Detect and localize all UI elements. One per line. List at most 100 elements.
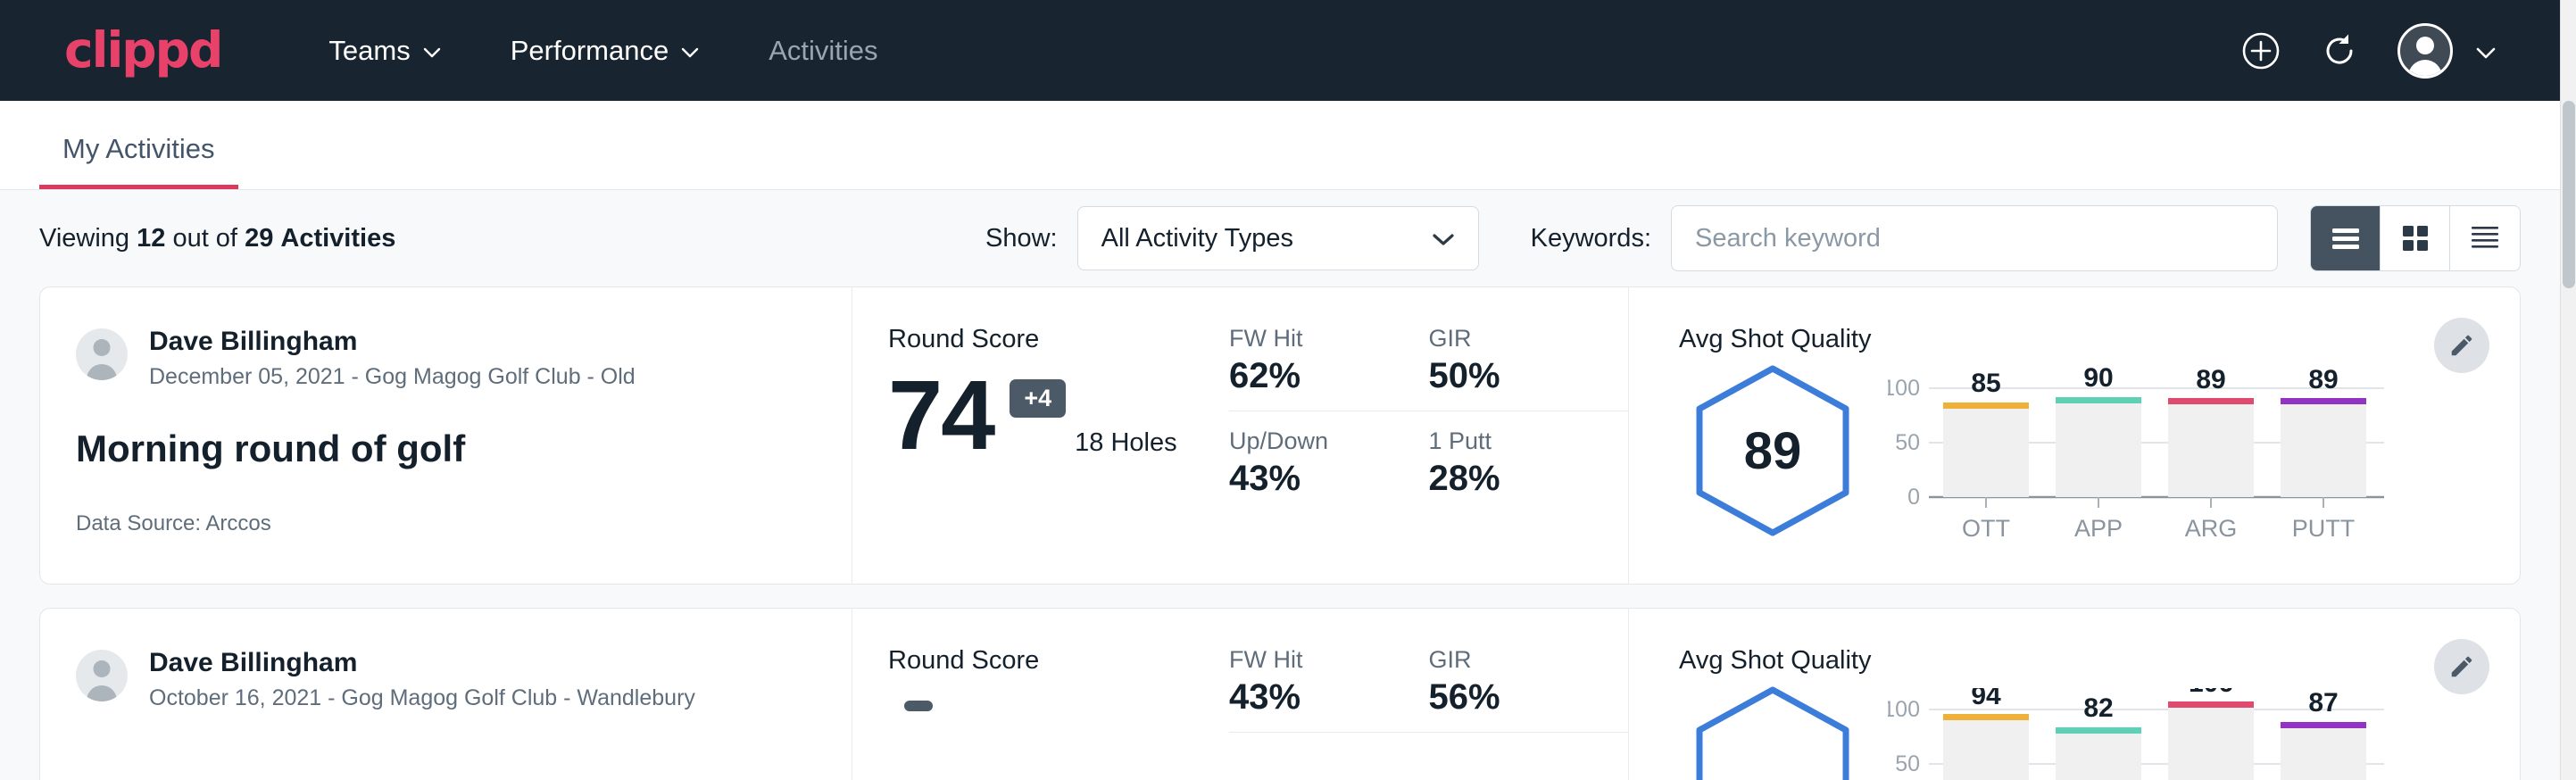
grid-view-button[interactable] <box>2381 206 2450 270</box>
svg-text:100: 100 <box>1888 697 1920 722</box>
nav-item-performance-label: Performance <box>511 35 669 67</box>
stat-fw-hit-label: FW Hit <box>1229 646 1393 674</box>
scrollbar-thumb[interactable] <box>2563 101 2575 288</box>
search-input[interactable]: Search keyword <box>1671 205 2278 271</box>
svg-text:106: 106 <box>2189 688 2233 698</box>
viewing-suffix: Activities <box>280 224 395 253</box>
round-score-label: Round Score <box>888 325 1218 354</box>
stat-gir: GIR 56% <box>1429 646 1629 733</box>
edit-activity-button[interactable] <box>2434 318 2489 373</box>
activity-meta: October 16, 2021 - Gog Magog Golf Club -… <box>149 685 695 711</box>
round-score-block: Round Score 74 +4 18 Holes <box>852 287 1218 584</box>
tab-my-activities-label: My Activities <box>62 133 215 164</box>
svg-text:0: 0 <box>1907 485 1920 510</box>
viewing-prefix: Viewing <box>39 224 129 253</box>
svg-text:94: 94 <box>1971 688 2001 710</box>
score-delta-badge <box>904 701 933 711</box>
svg-text:APP: APP <box>2074 515 2123 542</box>
account-menu[interactable] <box>2397 23 2494 79</box>
viewing-total: 29 <box>245 224 273 253</box>
nav-item-activities-label: Activities <box>769 35 877 67</box>
activity-type-select-value: All Activity Types <box>1101 224 1293 253</box>
stat-one-putt: 1 Putt 28% <box>1429 427 1629 499</box>
edit-activity-button[interactable] <box>2434 639 2489 694</box>
stat-one-putt-label: 1 Putt <box>1429 427 1593 455</box>
stat-gir: GIR 50% <box>1429 325 1629 411</box>
nav-item-activities[interactable]: Activities <box>744 26 902 76</box>
activity-meta: December 05, 2021 - Gog Magog Golf Club … <box>149 364 636 390</box>
clippd-logo[interactable]: clippd <box>64 26 221 75</box>
round-stats: FW Hit 43% GIR 56% <box>1218 609 1629 780</box>
svg-text:85: 85 <box>1971 369 2000 398</box>
activity-info: Dave Billingham December 05, 2021 - Gog … <box>40 287 852 584</box>
activities-list: Dave Billingham December 05, 2021 - Gog … <box>0 286 2560 780</box>
activity-author: Dave Billingham December 05, 2021 - Gog … <box>76 325 852 390</box>
refresh-icon[interactable] <box>2319 30 2360 71</box>
round-score-row: 74 +4 18 Holes <box>888 367 1218 465</box>
round-stats: FW Hit 62% GIR 50% Up/Down 43% 1 Putt 28… <box>1218 287 1629 584</box>
filter-controls: Show: All Activity Types Keywords: Searc… <box>985 205 2521 271</box>
player-name: Dave Billingham <box>149 646 695 680</box>
chevron-down-icon <box>1432 224 1455 253</box>
stat-fw-hit-value: 43% <box>1229 677 1393 718</box>
activity-author: Dave Billingham October 16, 2021 - Gog M… <box>76 646 852 711</box>
shot-quality-chart: 100 50 0 85 <box>1866 363 2520 559</box>
tab-my-activities[interactable]: My Activities <box>39 133 238 189</box>
results-summary: Viewing 12 out of 29 Activities <box>39 224 395 253</box>
nav-item-teams[interactable]: Teams <box>303 26 465 76</box>
svg-text:100: 100 <box>1888 376 1920 401</box>
list-view-button[interactable] <box>2311 206 2381 270</box>
shot-quality-chart-svg: 100 50 0 94 <box>1888 688 2388 780</box>
quality-hexagon: 89 <box>1692 363 1853 538</box>
svg-text:50: 50 <box>1895 751 1920 776</box>
avg-shot-quality-block: Avg Shot Quality 89 100 <box>1629 287 2520 584</box>
chevron-down-icon <box>681 47 699 57</box>
activity-type-select[interactable]: All Activity Types <box>1077 206 1479 270</box>
avatar <box>2397 23 2453 79</box>
page-scrollbar[interactable] <box>2560 0 2576 780</box>
chevron-down-icon <box>2476 47 2494 57</box>
view-mode-toggle <box>2310 205 2521 271</box>
viewing-middle: out of <box>172 224 237 253</box>
round-score-label: Round Score <box>888 646 1218 676</box>
svg-text:PUTT: PUTT <box>2292 515 2356 542</box>
quality-hexagon <box>1692 685 1853 780</box>
add-icon[interactable] <box>2240 30 2281 71</box>
score-delta-badge: +4 <box>1010 379 1066 418</box>
holes-label: 18 Holes <box>1075 428 1176 458</box>
stat-fw-hit-label: FW Hit <box>1229 325 1393 353</box>
activity-card[interactable]: Dave Billingham December 05, 2021 - Gog … <box>39 286 2521 585</box>
viewing-count: 12 <box>137 224 165 253</box>
nav-actions <box>2240 23 2521 79</box>
svg-text:OTT: OTT <box>1962 515 2010 542</box>
avg-shot-quality-body: 89 100 50 0 <box>1679 363 2520 559</box>
stat-one-putt <box>1429 749 1629 752</box>
shot-quality-chart-svg: 100 50 0 85 <box>1888 367 2388 554</box>
score-badge-wrap <box>895 688 933 780</box>
data-source: Data Source: Arccos <box>76 511 852 536</box>
chevron-down-icon <box>423 47 441 57</box>
quality-hexagon-value: 89 <box>1692 363 1853 538</box>
activity-card[interactable]: Dave Billingham October 16, 2021 - Gog M… <box>39 608 2521 780</box>
svg-text:ARG: ARG <box>2185 515 2238 542</box>
stat-up-down <box>1229 749 1429 752</box>
nav-item-performance[interactable]: Performance <box>486 26 724 76</box>
avg-shot-quality-label: Avg Shot Quality <box>1679 646 2520 676</box>
avg-shot-quality-label: Avg Shot Quality <box>1679 325 2520 354</box>
stat-one-putt-value: 28% <box>1429 459 1593 499</box>
nav-item-teams-label: Teams <box>328 35 410 67</box>
stat-up-down: Up/Down 43% <box>1229 427 1429 499</box>
stat-gir-label: GIR <box>1429 646 1593 674</box>
avg-shot-quality-body: 100 50 0 94 <box>1679 685 2520 780</box>
quality-hexagon-wrap: 89 <box>1679 363 1866 538</box>
stat-fw-hit-value: 62% <box>1229 356 1393 396</box>
search-input-placeholder: Search keyword <box>1695 224 1881 253</box>
app-root: clippd Teams Performance Activities <box>0 0 2576 780</box>
avg-shot-quality-block: Avg Shot Quality 100 50 <box>1629 609 2520 780</box>
quality-hexagon-wrap <box>1679 685 1866 780</box>
shot-quality-chart: 100 50 0 94 <box>1866 685 2520 780</box>
compact-view-button[interactable] <box>2450 206 2520 270</box>
stat-gir-value: 56% <box>1429 677 1593 718</box>
score-badge-wrap: +4 <box>1001 367 1066 465</box>
stat-up-down-label: Up/Down <box>1229 427 1393 455</box>
